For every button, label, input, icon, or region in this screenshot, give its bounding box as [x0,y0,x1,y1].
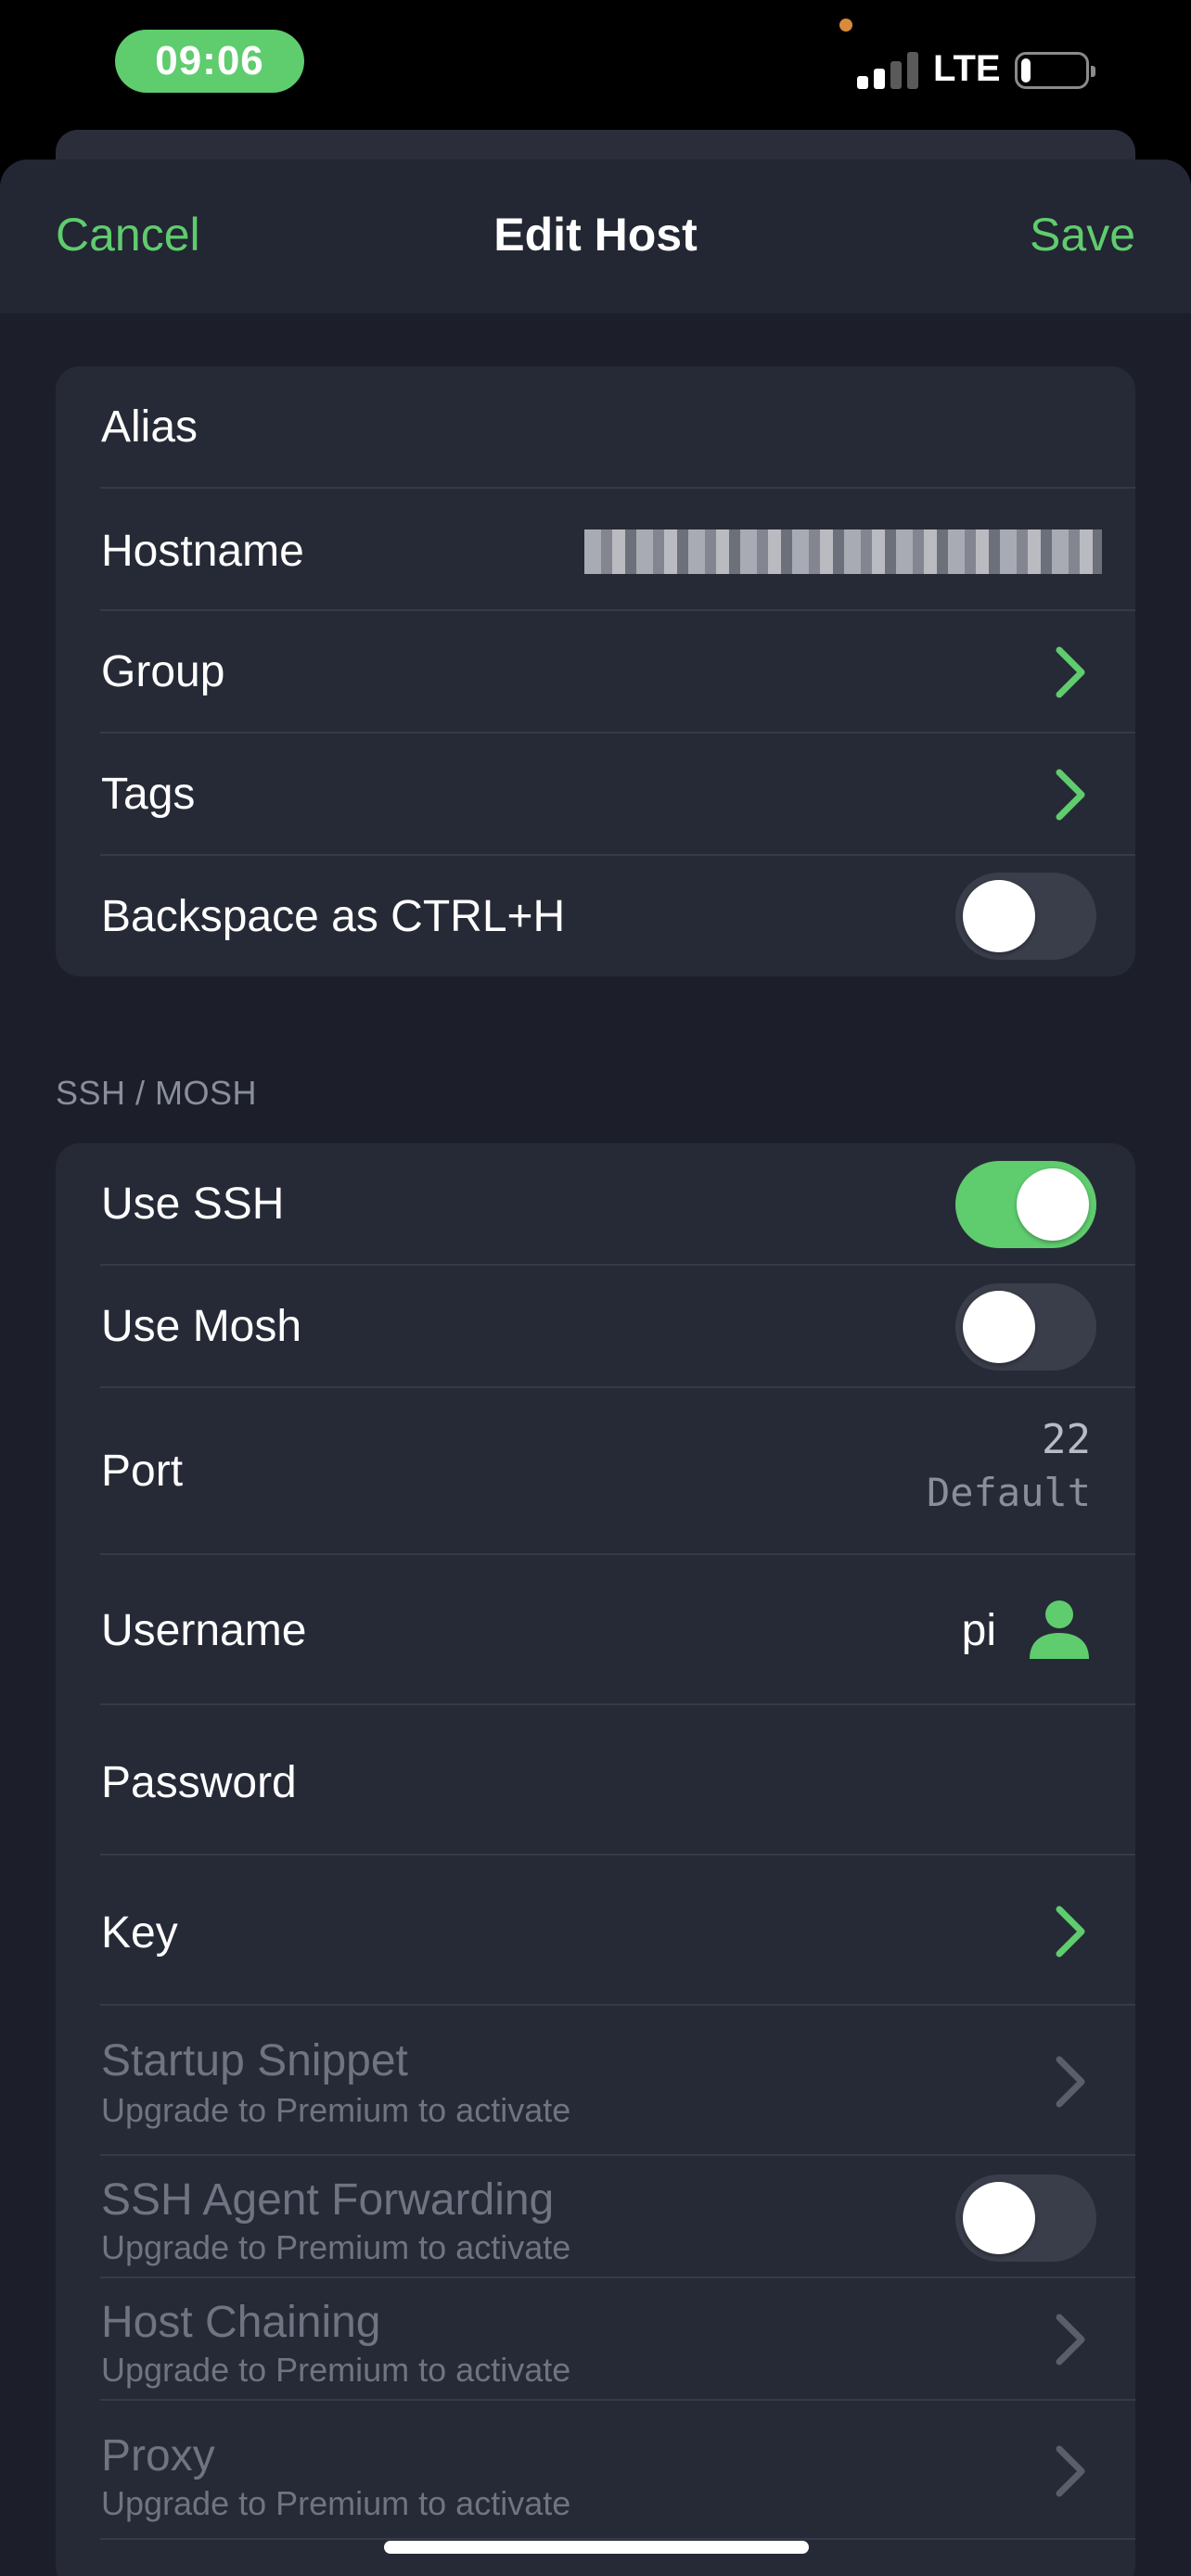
use-ssh-label: Use SSH [101,1180,285,1229]
alias-label: Alias [101,402,198,452]
chevron-right-icon [1056,769,1085,821]
username-label: Username [101,1606,307,1655]
startup-snippet-label: Startup Snippet [101,2036,408,2085]
backspace-ctrl-h-row: Backspace as CTRL+H [56,856,1135,976]
save-button[interactable]: Save [1030,208,1135,261]
username-value[interactable]: pi [962,1605,996,1656]
toggle-knob [963,1291,1035,1363]
ssh-agent-forwarding-row: SSH Agent Forwarding Upgrade to Premium … [56,2156,1135,2278]
battery-icon [1015,52,1095,89]
backspace-ctrl-h-toggle[interactable] [955,873,1096,960]
startup-snippet-premium-note: Upgrade to Premium to activate [101,2091,571,2129]
alias-row[interactable]: Alias [56,366,1135,489]
cellular-signal-icon [857,52,918,89]
hostname-value-redacted[interactable] [584,529,1102,574]
host-chaining-label: Host Chaining [101,2298,381,2347]
use-mosh-row: Use Mosh [56,1266,1135,1388]
password-row[interactable]: Password [56,1705,1135,1855]
proxy-label: Proxy [101,2431,215,2480]
use-mosh-toggle[interactable] [955,1283,1096,1371]
home-indicator[interactable] [384,2541,809,2554]
chevron-right-icon [1056,646,1085,698]
hostname-row[interactable]: Hostname [56,489,1135,611]
host-chaining-row[interactable]: Host Chaining Upgrade to Premium to acti… [56,2278,1135,2401]
port-row[interactable]: Port 22 Default [56,1388,1135,1555]
port-value[interactable]: 22 [1042,1416,1091,1463]
row-divider [100,2538,1135,2540]
toggle-knob [963,2182,1035,2254]
chevron-right-icon [1056,2056,1085,2108]
edit-host-sheet: Cancel Edit Host Save Alias Hostname Gro… [0,159,1191,2576]
startup-snippet-row[interactable]: Startup Snippet Upgrade to Premium to ac… [56,2006,1135,2156]
chevron-right-icon [1056,2314,1085,2366]
port-default-hint: Default [926,1470,1091,1515]
port-label: Port [101,1447,184,1496]
password-label: Password [101,1758,297,1807]
network-type-label: LTE [933,48,1001,89]
general-settings-group: Alias Hostname Group Tags Backspace as C… [56,366,1135,976]
group-row[interactable]: Group [56,611,1135,733]
use-ssh-toggle[interactable] [955,1161,1096,1248]
ssh-mosh-section-header: SSH / MOSH [56,1074,258,1112]
key-label: Key [101,1908,178,1958]
chevron-right-icon [1056,1906,1085,1958]
use-ssh-row: Use SSH [56,1143,1135,1266]
key-row[interactable]: Key [56,1855,1135,2006]
privacy-indicator-dot [839,19,852,32]
use-mosh-label: Use Mosh [101,1302,302,1351]
tags-label: Tags [101,770,196,819]
ssh-agent-forwarding-premium-note: Upgrade to Premium to activate [101,2228,571,2266]
proxy-premium-note: Upgrade to Premium to activate [101,2484,571,2522]
battery-level-fill [1021,58,1031,83]
toggle-knob [963,880,1035,952]
tags-row[interactable]: Tags [56,733,1135,856]
status-bar: 09:06 LTE [0,0,1191,130]
toggle-knob [1017,1168,1089,1241]
ssh-agent-forwarding-label: SSH Agent Forwarding [101,2175,555,2225]
chevron-right-icon [1056,2445,1085,2497]
username-row[interactable]: Username pi [56,1555,1135,1705]
hostname-label: Hostname [101,527,304,576]
backspace-ctrl-h-label: Backspace as CTRL+H [101,892,566,941]
host-chaining-premium-note: Upgrade to Premium to activate [101,2351,571,2389]
navigation-bar: Cancel Edit Host Save [0,159,1191,313]
group-label: Group [101,647,225,696]
ssh-agent-forwarding-toggle[interactable] [955,2174,1096,2262]
page-title: Edit Host [493,209,698,261]
proxy-row[interactable]: Proxy Upgrade to Premium to activate [56,2401,1135,2540]
person-icon[interactable] [1028,1598,1091,1661]
ssh-settings-group: Use SSH Use Mosh Port 22 Default Usernam… [56,1143,1135,2576]
status-time[interactable]: 09:06 [115,30,304,93]
